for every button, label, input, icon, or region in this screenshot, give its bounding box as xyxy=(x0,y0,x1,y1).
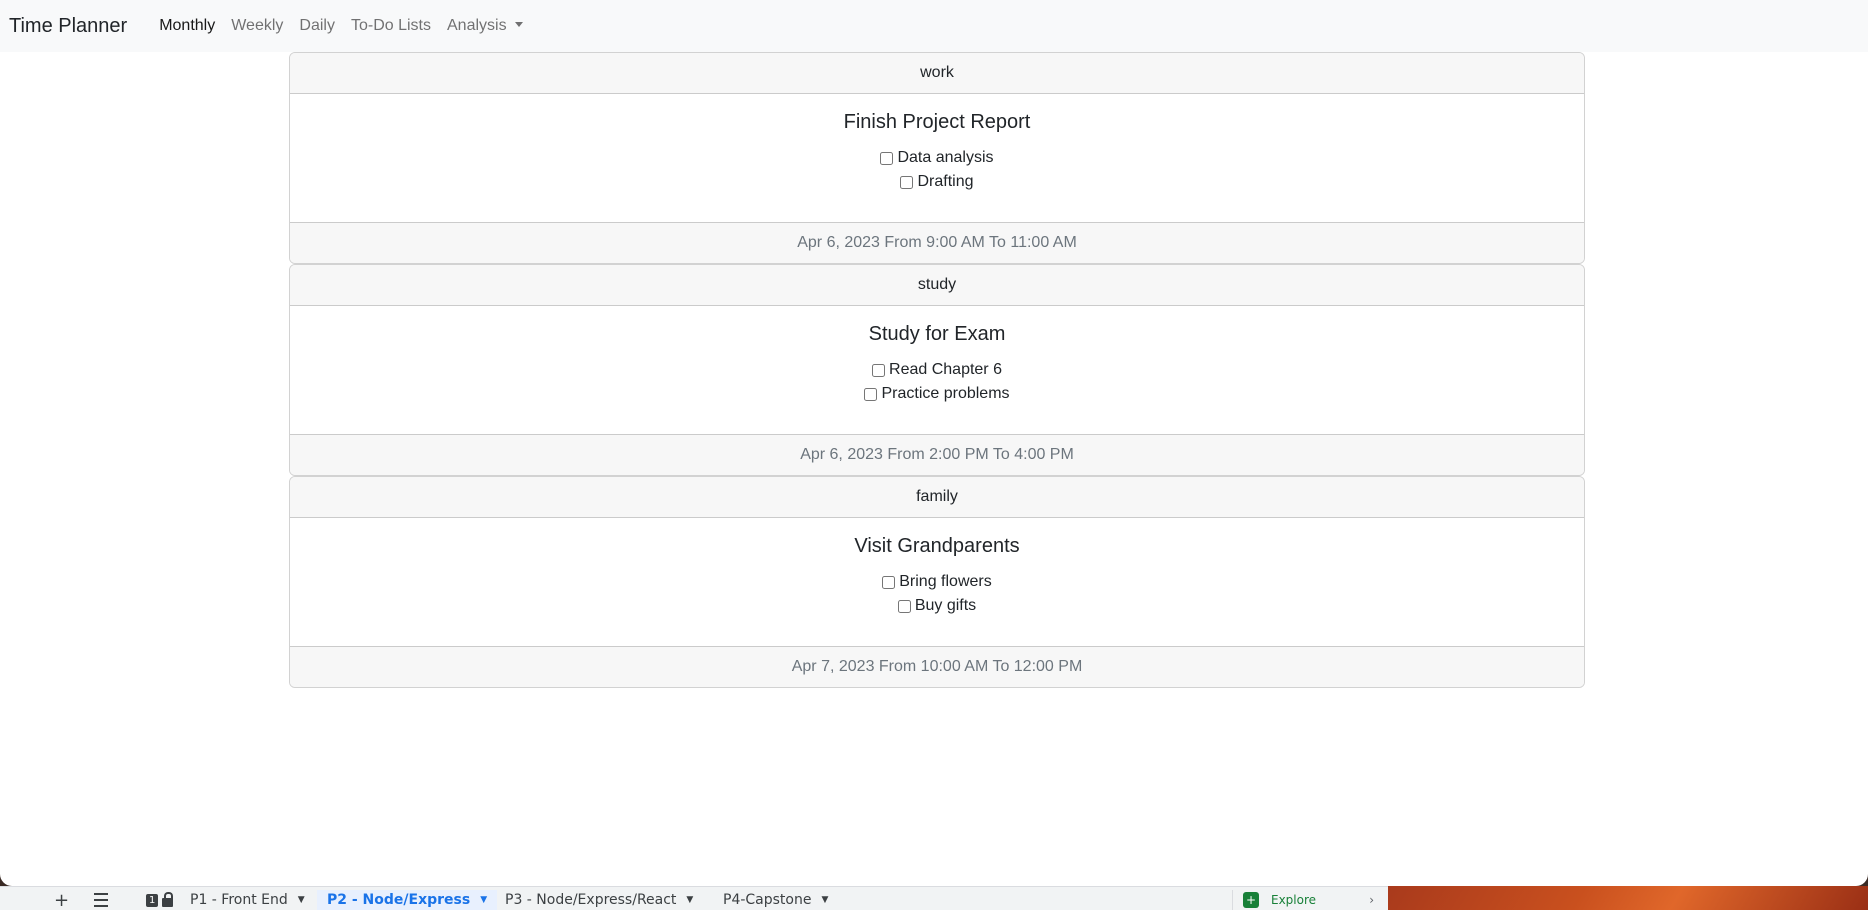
sheet-tab-label: P1 - Front End xyxy=(190,892,288,908)
task-label: Bring flowers xyxy=(899,573,992,590)
caret-down-icon[interactable]: ▼ xyxy=(821,895,828,905)
event-body: Finish Project Report Data analysis Draf… xyxy=(290,94,1584,222)
task-label: Data analysis xyxy=(897,149,994,166)
event-title: Study for Exam xyxy=(868,323,1006,345)
event-body: Visit Grandparents Bring flowers Buy gif… xyxy=(290,518,1584,646)
task-checkbox[interactable] xyxy=(900,175,914,189)
task-item[interactable]: Buy gifts xyxy=(290,594,1584,618)
sheet-tab-label: P4-Capstone xyxy=(723,892,812,908)
event-card: work Finish Project Report Data analysis… xyxy=(289,52,1585,264)
sheet-tab-label: P2 - Node/Express xyxy=(327,892,471,908)
nav-link-monthly[interactable]: Monthly xyxy=(151,17,223,35)
task-label: Read Chapter 6 xyxy=(889,361,1002,378)
notification-count-badge: 1 xyxy=(146,893,159,907)
task-checkbox[interactable] xyxy=(880,151,894,165)
nav-link-weekly[interactable]: Weekly xyxy=(223,17,291,35)
task-label: Buy gifts xyxy=(914,597,977,614)
explore-label: Explore xyxy=(1271,893,1317,907)
task-label: Drafting xyxy=(917,173,974,190)
task-label: Practice problems xyxy=(881,385,1010,402)
menu-line xyxy=(94,899,108,901)
browser-content: Time Planner Monthly Weekly Daily To-Do … xyxy=(0,0,1868,886)
event-title: Visit Grandparents xyxy=(854,535,1020,557)
desktop-background xyxy=(1388,886,1868,910)
sheet-tab-bar: + 1 P1 - Front End ▼ P2 - Node/Express ▼ P… xyxy=(0,886,1388,910)
sheet-tab-p3[interactable]: P3 - Node/Express/React ▼ xyxy=(495,890,703,910)
menu-line xyxy=(94,893,108,895)
caret-down-icon[interactable]: ▼ xyxy=(686,895,693,905)
event-category: work xyxy=(290,53,1584,94)
lock-icon xyxy=(162,891,174,907)
explore-button[interactable]: + Explore › xyxy=(1232,890,1388,910)
event-list: work Finish Project Report Data analysis… xyxy=(289,52,1585,688)
caret-down-icon[interactable]: ▼ xyxy=(298,895,305,905)
brand-link[interactable]: Time Planner xyxy=(9,15,127,38)
task-checkbox[interactable] xyxy=(864,387,878,401)
sheet-tab-p4[interactable]: P4-Capstone ▼ xyxy=(713,890,838,910)
task-item[interactable]: Data analysis xyxy=(290,146,1584,170)
nav-dropdown-analysis[interactable]: Analysis xyxy=(439,17,531,35)
sheet-status-badges: 1 xyxy=(146,890,174,910)
menu-line xyxy=(94,905,108,907)
task-item[interactable]: Drafting xyxy=(290,170,1584,194)
add-sheet-button[interactable]: + xyxy=(54,890,69,910)
task-item[interactable]: Bring flowers xyxy=(290,570,1584,594)
task-item[interactable]: Read Chapter 6 xyxy=(290,358,1584,382)
event-schedule: Apr 6, 2023 From 9:00 AM To 11:00 AM xyxy=(290,222,1584,263)
caret-down-icon xyxy=(514,22,523,27)
chevron-right-icon[interactable]: › xyxy=(1369,893,1374,907)
all-sheets-button[interactable] xyxy=(94,890,108,910)
event-title: Finish Project Report xyxy=(843,111,1031,133)
explore-icon: + xyxy=(1243,892,1259,908)
task-checkbox[interactable] xyxy=(882,575,896,589)
event-schedule: Apr 7, 2023 From 10:00 AM To 12:00 PM xyxy=(290,646,1584,687)
nav-link-daily[interactable]: Daily xyxy=(291,17,343,35)
event-schedule: Apr 6, 2023 From 2:00 PM To 4:00 PM xyxy=(290,434,1584,475)
task-checkbox[interactable] xyxy=(897,599,911,613)
task-item[interactable]: Practice problems xyxy=(290,382,1584,406)
event-category: family xyxy=(290,477,1584,518)
navbar: Time Planner Monthly Weekly Daily To-Do … xyxy=(0,0,1868,52)
caret-down-icon[interactable]: ▼ xyxy=(480,895,487,905)
event-body: Study for Exam Read Chapter 6 Practice p… xyxy=(290,306,1584,434)
sheet-tab-p2[interactable]: P2 - Node/Express ▼ xyxy=(317,890,498,910)
sheet-tab-label: P3 - Node/Express/React xyxy=(505,892,677,908)
sheet-tab-p1[interactable]: P1 - Front End ▼ xyxy=(180,890,315,910)
nav-link-todo-lists[interactable]: To-Do Lists xyxy=(343,17,439,35)
analysis-label: Analysis xyxy=(447,17,507,34)
event-card: study Study for Exam Read Chapter 6 Prac… xyxy=(289,264,1585,476)
event-category: study xyxy=(290,265,1584,306)
event-card: family Visit Grandparents Bring flowers … xyxy=(289,476,1585,688)
task-checkbox[interactable] xyxy=(872,363,886,377)
